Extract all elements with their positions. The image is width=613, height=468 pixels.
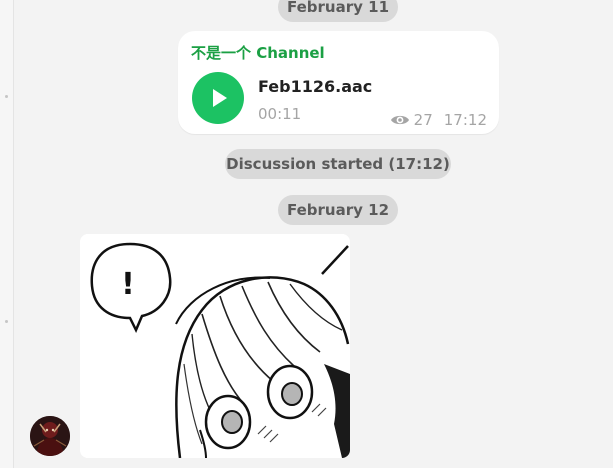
- audio-message[interactable]: 不是一个 Channel Feb1126.aac 00:11 27 17:12: [178, 31, 499, 134]
- audio-duration: 00:11: [258, 105, 302, 123]
- exclamation-mark: !: [121, 267, 135, 302]
- sender-avatar[interactable]: [30, 416, 70, 456]
- audio-file-name: Feb1126.aac: [258, 77, 373, 96]
- divider-dot: [5, 95, 8, 98]
- date-pill-feb12: February 12: [278, 195, 398, 225]
- discussion-started-pill[interactable]: Discussion started (17:12): [225, 149, 451, 179]
- manga-sticker-image: !: [80, 234, 350, 458]
- left-divider-strip: [0, 0, 14, 468]
- channel-name-label[interactable]: 不是一个 Channel: [191, 42, 325, 63]
- message-time: 17:12: [443, 111, 487, 129]
- message-meta: 27 17:12: [390, 111, 487, 129]
- image-message[interactable]: !: [80, 234, 350, 458]
- avatar-image: [30, 416, 70, 456]
- date-pill-feb11: February 11: [278, 0, 398, 22]
- views-count: 27: [413, 111, 433, 129]
- play-icon: [213, 89, 227, 107]
- divider-dot: [5, 320, 8, 323]
- play-button[interactable]: [192, 72, 244, 124]
- eye-icon: [390, 113, 410, 127]
- chat-history[interactable]: February 11 不是一个 Channel Feb1126.aac 00:…: [14, 0, 613, 468]
